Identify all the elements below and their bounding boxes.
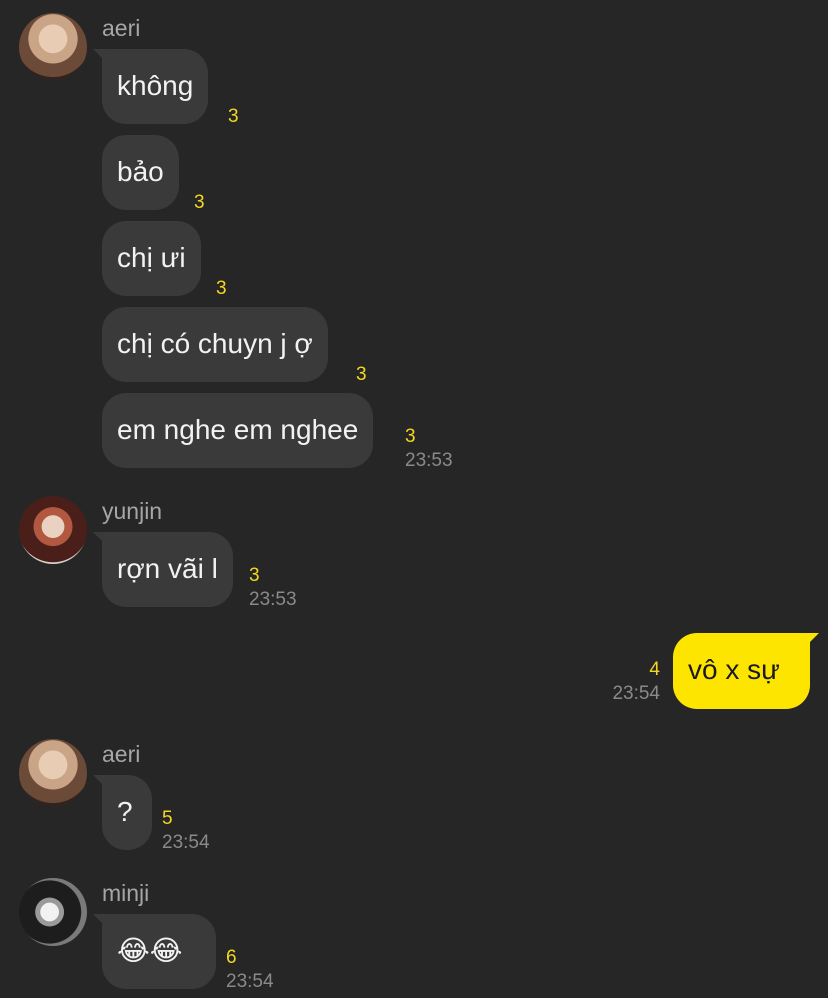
avatar-aeri[interactable] bbox=[19, 739, 87, 807]
unread-count: 3 bbox=[216, 278, 227, 299]
unread-count: 3 bbox=[249, 565, 260, 586]
message-text: bảo bbox=[117, 156, 164, 187]
unread-count: 3 bbox=[194, 192, 205, 213]
message-timestamp: 23:53 bbox=[249, 589, 297, 610]
unread-count: 3 bbox=[405, 426, 416, 447]
message-bubble[interactable]: em nghe em nghee bbox=[102, 393, 374, 468]
message-bubble[interactable]: bảo bbox=[102, 135, 179, 210]
message-bubble[interactable]: rợn vãi l bbox=[93, 532, 233, 607]
sender-name-minji: minji bbox=[102, 880, 150, 906]
message-text: em nghe em nghee bbox=[117, 414, 359, 445]
message-timestamp: 23:54 bbox=[226, 971, 274, 992]
unread-count: 3 bbox=[356, 364, 367, 385]
message-bubble[interactable]: không bbox=[92, 49, 209, 124]
avatar-minji[interactable] bbox=[19, 878, 87, 946]
message-timestamp: 23:54 bbox=[612, 683, 660, 704]
sender-name-aeri: aeri bbox=[102, 741, 141, 767]
sender-name-yunjin: yunjin bbox=[102, 498, 163, 524]
unread-count: 3 bbox=[228, 106, 239, 127]
message-text: chị có chuyn j ợ bbox=[117, 328, 313, 359]
unread-count: 4 bbox=[649, 659, 660, 680]
message-bubble[interactable]: ? bbox=[93, 775, 152, 850]
sender-name-aeri: aeri bbox=[102, 15, 141, 41]
unread-count: 5 bbox=[162, 808, 173, 829]
message-text: không bbox=[117, 70, 194, 101]
message-bubble[interactable]: chị ưi bbox=[102, 221, 201, 296]
message-text: 😂😂 bbox=[117, 935, 183, 966]
message-bubble-sent[interactable]: vô x sự bbox=[673, 633, 819, 709]
message-text: rợn vãi l bbox=[117, 553, 218, 584]
avatar-yunjin[interactable] bbox=[19, 496, 87, 564]
message-text: vô x sự bbox=[688, 654, 780, 685]
message-bubble[interactable]: 😂😂 bbox=[93, 914, 216, 989]
avatar-aeri[interactable] bbox=[19, 13, 87, 81]
unread-count: 6 bbox=[226, 947, 237, 968]
message-text: chị ưi bbox=[117, 242, 186, 273]
message-timestamp: 23:54 bbox=[162, 832, 210, 853]
message-timestamp: 23:53 bbox=[405, 450, 453, 471]
message-text: ? bbox=[117, 796, 133, 827]
message-bubble[interactable]: chị có chuyn j ợ bbox=[102, 307, 328, 382]
